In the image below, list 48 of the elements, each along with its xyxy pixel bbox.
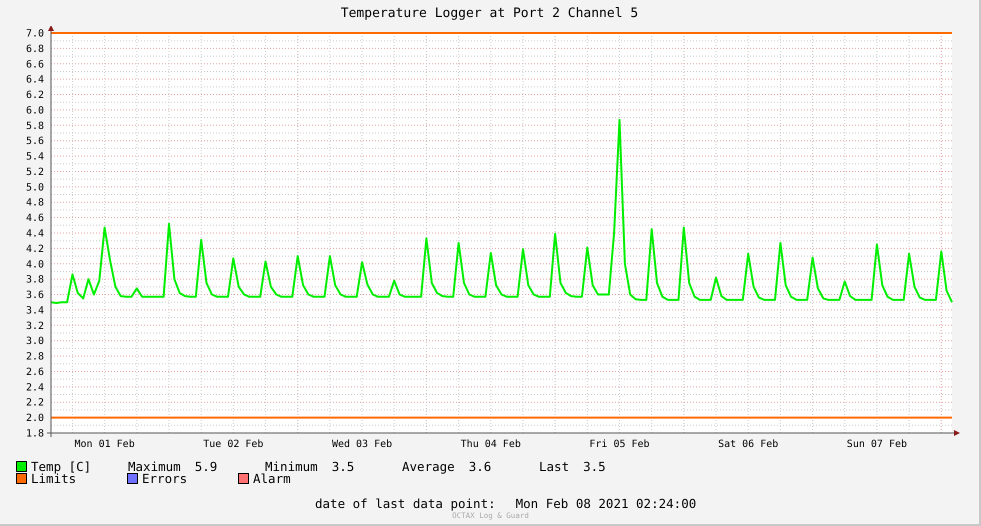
- legend-label: Temp [C]: [31, 458, 92, 474]
- y-tick-label: 6.8: [26, 44, 44, 55]
- y-tick-label: 6.2: [26, 90, 44, 102]
- stat-label: Average: [402, 458, 455, 474]
- x-tick-label: Fri 05 Feb: [589, 439, 650, 450]
- stat-value: 3.6: [468, 458, 492, 474]
- y-tick-label: 2.8: [26, 352, 44, 363]
- legend-label: Alarm: [253, 471, 291, 486]
- x-tick-label: Tue 02 Feb: [203, 439, 264, 450]
- y-tick-label: 4.4: [26, 228, 44, 240]
- y-tick-label: 6.4: [26, 74, 44, 86]
- y-tick-label: 4.8: [26, 198, 44, 209]
- y-tick-label: 5.4: [26, 152, 44, 163]
- y-tick-label: 4.2: [26, 244, 44, 255]
- y-tick-label: 3.4: [26, 305, 44, 316]
- stat-value: 3.5: [583, 458, 606, 474]
- x-tick-label: Wed 03 Feb: [332, 439, 392, 450]
- y-tick-label: 7.0: [26, 28, 44, 40]
- y-tick-label: 5.2: [26, 166, 44, 178]
- y-tick-label: 2.0: [26, 413, 44, 424]
- chart-title: Temperature Logger at Port 2 Channel 5: [340, 6, 638, 20]
- y-tick-label: 3.8: [26, 274, 44, 286]
- stat-value: 3.5: [332, 458, 354, 474]
- y-tick-label: 4.6: [26, 213, 44, 224]
- y-tick-label: 3.2: [26, 320, 44, 332]
- y-tick-label: 6.0: [26, 105, 44, 116]
- stat-label: Minimum: [265, 458, 318, 474]
- stat-value: 5.9: [194, 458, 218, 474]
- last-data-value: Mon Feb 08 2021 02:24:00: [516, 496, 696, 511]
- y-tick-label: 5.6: [26, 136, 44, 148]
- y-tick-label: 4.0: [26, 259, 44, 270]
- y-tick-label: 5.8: [26, 120, 44, 132]
- x-tick-label: Mon 01 Feb: [74, 439, 135, 450]
- x-tick-label: Sat 06 Feb: [718, 439, 778, 450]
- x-tick-label: Thu 04 Feb: [460, 439, 521, 450]
- y-tick-label: 1.8: [26, 428, 44, 440]
- y-tick-label: 2.4: [26, 382, 44, 394]
- y-tick-label: 2.2: [26, 398, 44, 409]
- stat-label: Last: [539, 458, 570, 474]
- legend-label: Errors: [142, 471, 188, 486]
- last-data-label: date of last data point:: [315, 496, 496, 511]
- stat-label: Maximum: [128, 458, 181, 474]
- y-tick-label: 2.6: [26, 366, 44, 378]
- y-tick-label: 6.6: [26, 59, 44, 70]
- x-tick-label: Sun 07 Feb: [846, 439, 908, 450]
- y-tick-label: 3.6: [26, 290, 44, 302]
- y-tick-label: 3.0: [26, 336, 44, 348]
- y-tick-label: 5.0: [26, 182, 44, 194]
